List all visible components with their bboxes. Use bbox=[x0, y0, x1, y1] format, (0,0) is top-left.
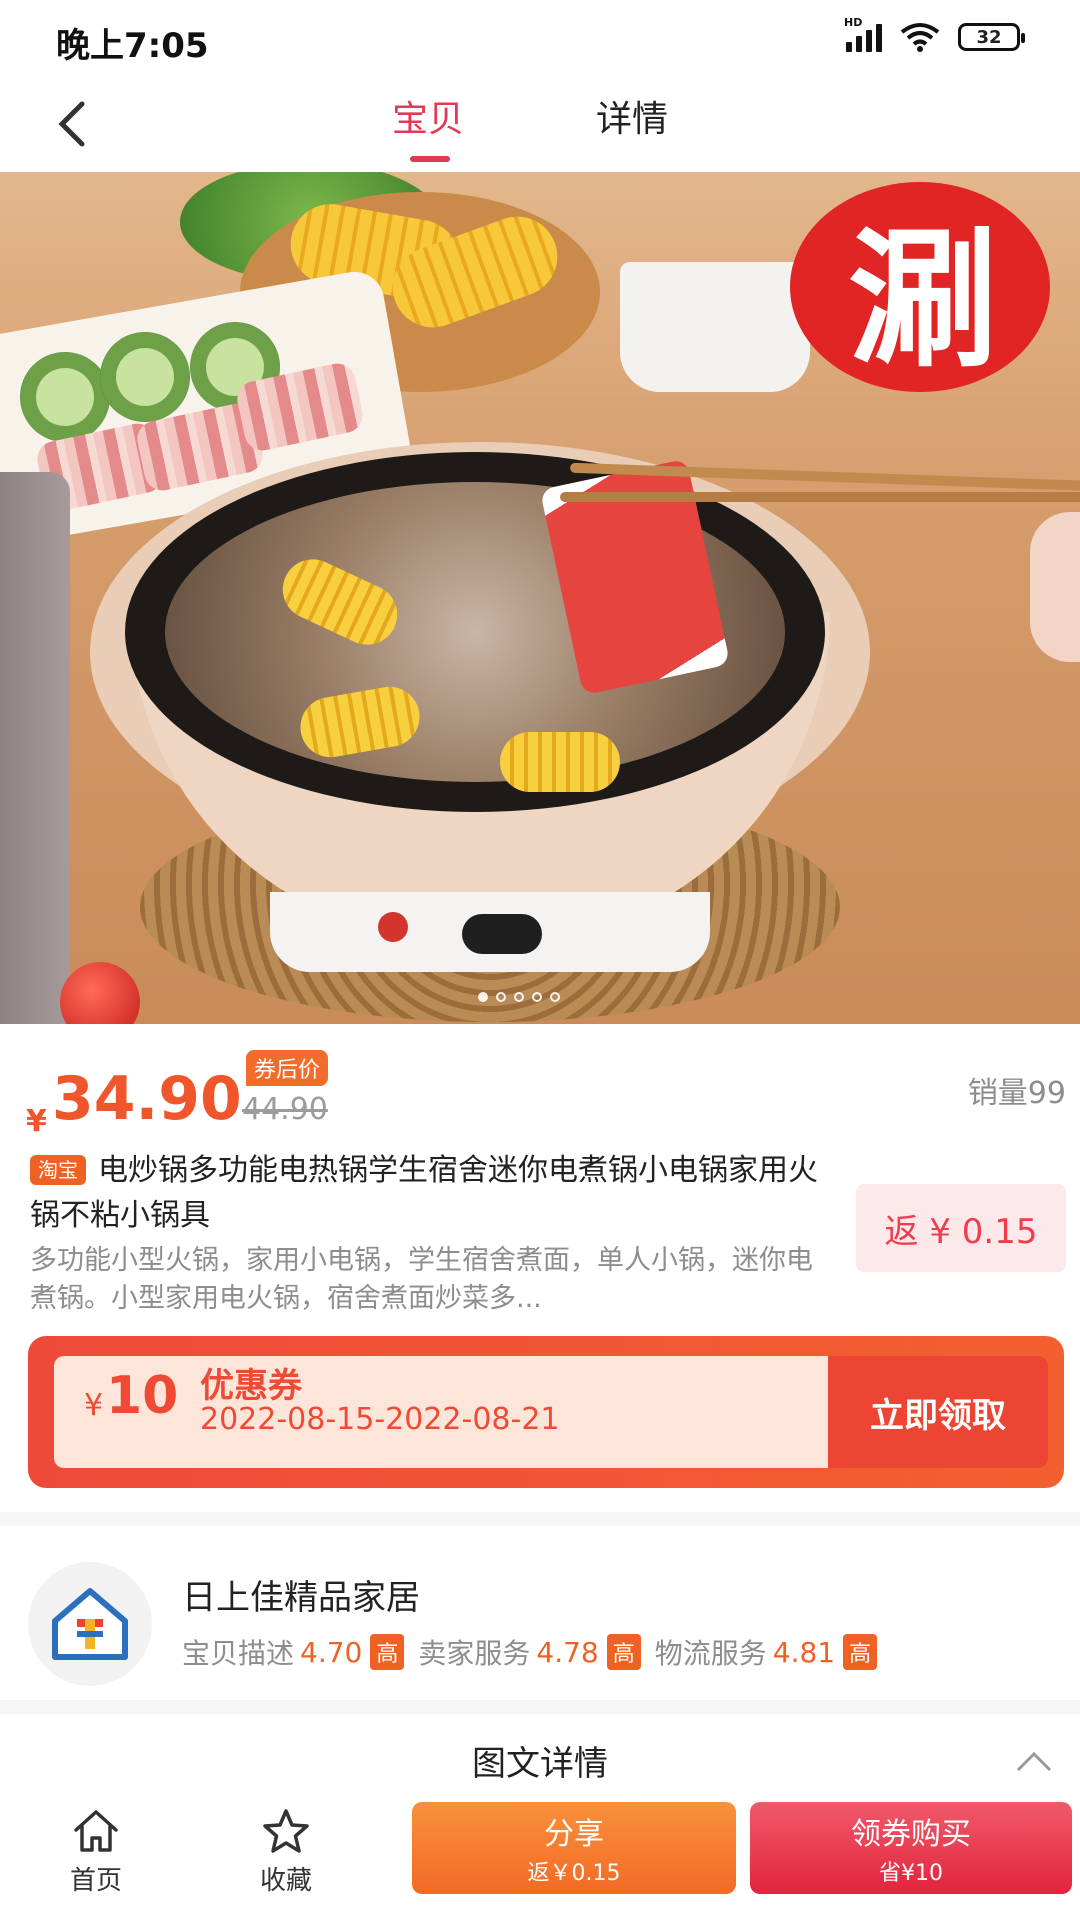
price-section: ¥ 34.90 券后价 44.90 销量99 bbox=[0, 1024, 1080, 1144]
wifi-icon bbox=[900, 23, 940, 52]
tab-baobei[interactable]: 宝贝 bbox=[392, 90, 464, 142]
detail-header[interactable]: 图文详情 bbox=[0, 1716, 1080, 1796]
house-logo-icon bbox=[52, 1588, 128, 1660]
status-icons: HD 32 bbox=[844, 16, 1025, 52]
buy-savings: 省¥10 bbox=[879, 1861, 943, 1886]
shop-logo[interactable] bbox=[28, 1562, 152, 1686]
original-price: 44.90 bbox=[242, 1092, 328, 1127]
platform-tag: 淘宝 bbox=[30, 1155, 86, 1185]
product-image-carousel[interactable]: 涮 bbox=[0, 172, 1080, 1024]
favorite-button[interactable]: 收藏 bbox=[226, 1808, 346, 1916]
section-divider bbox=[0, 1700, 1080, 1714]
signal-icon: HD bbox=[844, 16, 882, 52]
hero-badge: 涮 bbox=[790, 182, 1050, 392]
score-value: 4.78 bbox=[536, 1635, 599, 1669]
detail-title: 图文详情 bbox=[472, 1744, 608, 1784]
battery-icon: 32 bbox=[958, 23, 1025, 51]
battery-level: 32 bbox=[976, 26, 1002, 48]
section-divider bbox=[0, 1512, 1080, 1526]
score-tag: 高 bbox=[843, 1634, 878, 1670]
share-label: 分享 bbox=[544, 1817, 604, 1852]
home-icon bbox=[74, 1810, 118, 1852]
chevron-left-icon bbox=[58, 101, 85, 147]
favorite-label: 收藏 bbox=[259, 1866, 312, 1896]
bottom-action-bar: 首页 收藏 分享 返￥0.15 领券购买 省¥10 bbox=[0, 1800, 1080, 1920]
shop-scores: 宝贝描述 4.70 高 卖家服务 4.78 高 物流服务 4.81 高 bbox=[182, 1632, 891, 1672]
claim-and-buy-button[interactable]: 领券购买 省¥10 bbox=[750, 1802, 1072, 1894]
status-bar: 晚上7:05 HD 32 bbox=[0, 0, 1080, 80]
score-label: 宝贝描述 bbox=[182, 1637, 295, 1670]
share-cashback: 返￥0.15 bbox=[527, 1861, 621, 1886]
product-description: 多功能小型火锅，家用小电锅，学生宿舍煮面，单人小锅，迷你电煮锅。小型家用电火锅，… bbox=[30, 1245, 813, 1314]
shop-name: 日上佳精品家居 bbox=[182, 1578, 420, 1618]
status-time: 晚上7:05 bbox=[56, 26, 209, 66]
sales-count: 销量99 bbox=[967, 1076, 1066, 1111]
coupon-card[interactable]: ¥ 10 优惠券 2022-08-15-2022-08-21 立即领取 bbox=[28, 1336, 1064, 1488]
score-tag: 高 bbox=[370, 1634, 405, 1670]
chevron-up-icon[interactable] bbox=[1014, 1746, 1054, 1776]
carousel-dot[interactable] bbox=[496, 992, 506, 1002]
score-tag: 高 bbox=[606, 1634, 641, 1670]
carousel-dots bbox=[478, 992, 560, 1002]
tab-active-indicator bbox=[410, 156, 450, 162]
claim-coupon-button[interactable]: 立即领取 bbox=[828, 1356, 1048, 1468]
carousel-dot[interactable] bbox=[550, 992, 560, 1002]
carousel-dot[interactable] bbox=[478, 992, 488, 1002]
network-label: HD bbox=[844, 16, 863, 29]
coupon-date-range: 2022-08-15-2022-08-21 bbox=[200, 1402, 560, 1437]
after-coupon-badge: 券后价 bbox=[246, 1050, 329, 1086]
product-title: 淘宝 电炒锅多功能电热锅学生宿舍迷你电煮锅小电锅家用火锅不粘小锅具 bbox=[30, 1148, 830, 1238]
currency-symbol: ¥ bbox=[26, 1104, 47, 1139]
coupon-amount: 10 bbox=[106, 1366, 179, 1426]
cashback-badge: 返 ¥ 0.15 bbox=[856, 1184, 1066, 1272]
coupon-label: 优惠券 bbox=[200, 1366, 302, 1406]
home-label: 首页 bbox=[69, 1866, 122, 1896]
back-button[interactable] bbox=[44, 94, 104, 154]
top-nav: 宝贝 详情 bbox=[0, 80, 1080, 172]
carousel-dot[interactable] bbox=[532, 992, 542, 1002]
share-button[interactable]: 分享 返￥0.15 bbox=[412, 1802, 736, 1894]
score-value: 4.70 bbox=[300, 1635, 363, 1669]
score-value: 4.81 bbox=[772, 1635, 836, 1669]
score-label: 卖家服务 bbox=[418, 1637, 531, 1670]
carousel-dot[interactable] bbox=[514, 992, 524, 1002]
price: 34.90 bbox=[52, 1064, 242, 1134]
shop-info[interactable]: 日上佳精品家居 宝贝描述 4.70 高 卖家服务 4.78 高 物流服务 4.8… bbox=[0, 1530, 1080, 1690]
buy-label: 领券购买 bbox=[851, 1817, 971, 1852]
score-label: 物流服务 bbox=[654, 1637, 767, 1670]
coupon-currency: ¥ bbox=[84, 1388, 104, 1423]
tab-xiangqing[interactable]: 详情 bbox=[596, 90, 668, 142]
home-button[interactable]: 首页 bbox=[36, 1808, 156, 1916]
product-title-text: 电炒锅多功能电热锅学生宿舍迷你电煮锅小电锅家用火锅不粘小锅具 bbox=[30, 1153, 818, 1233]
star-icon bbox=[263, 1809, 309, 1853]
